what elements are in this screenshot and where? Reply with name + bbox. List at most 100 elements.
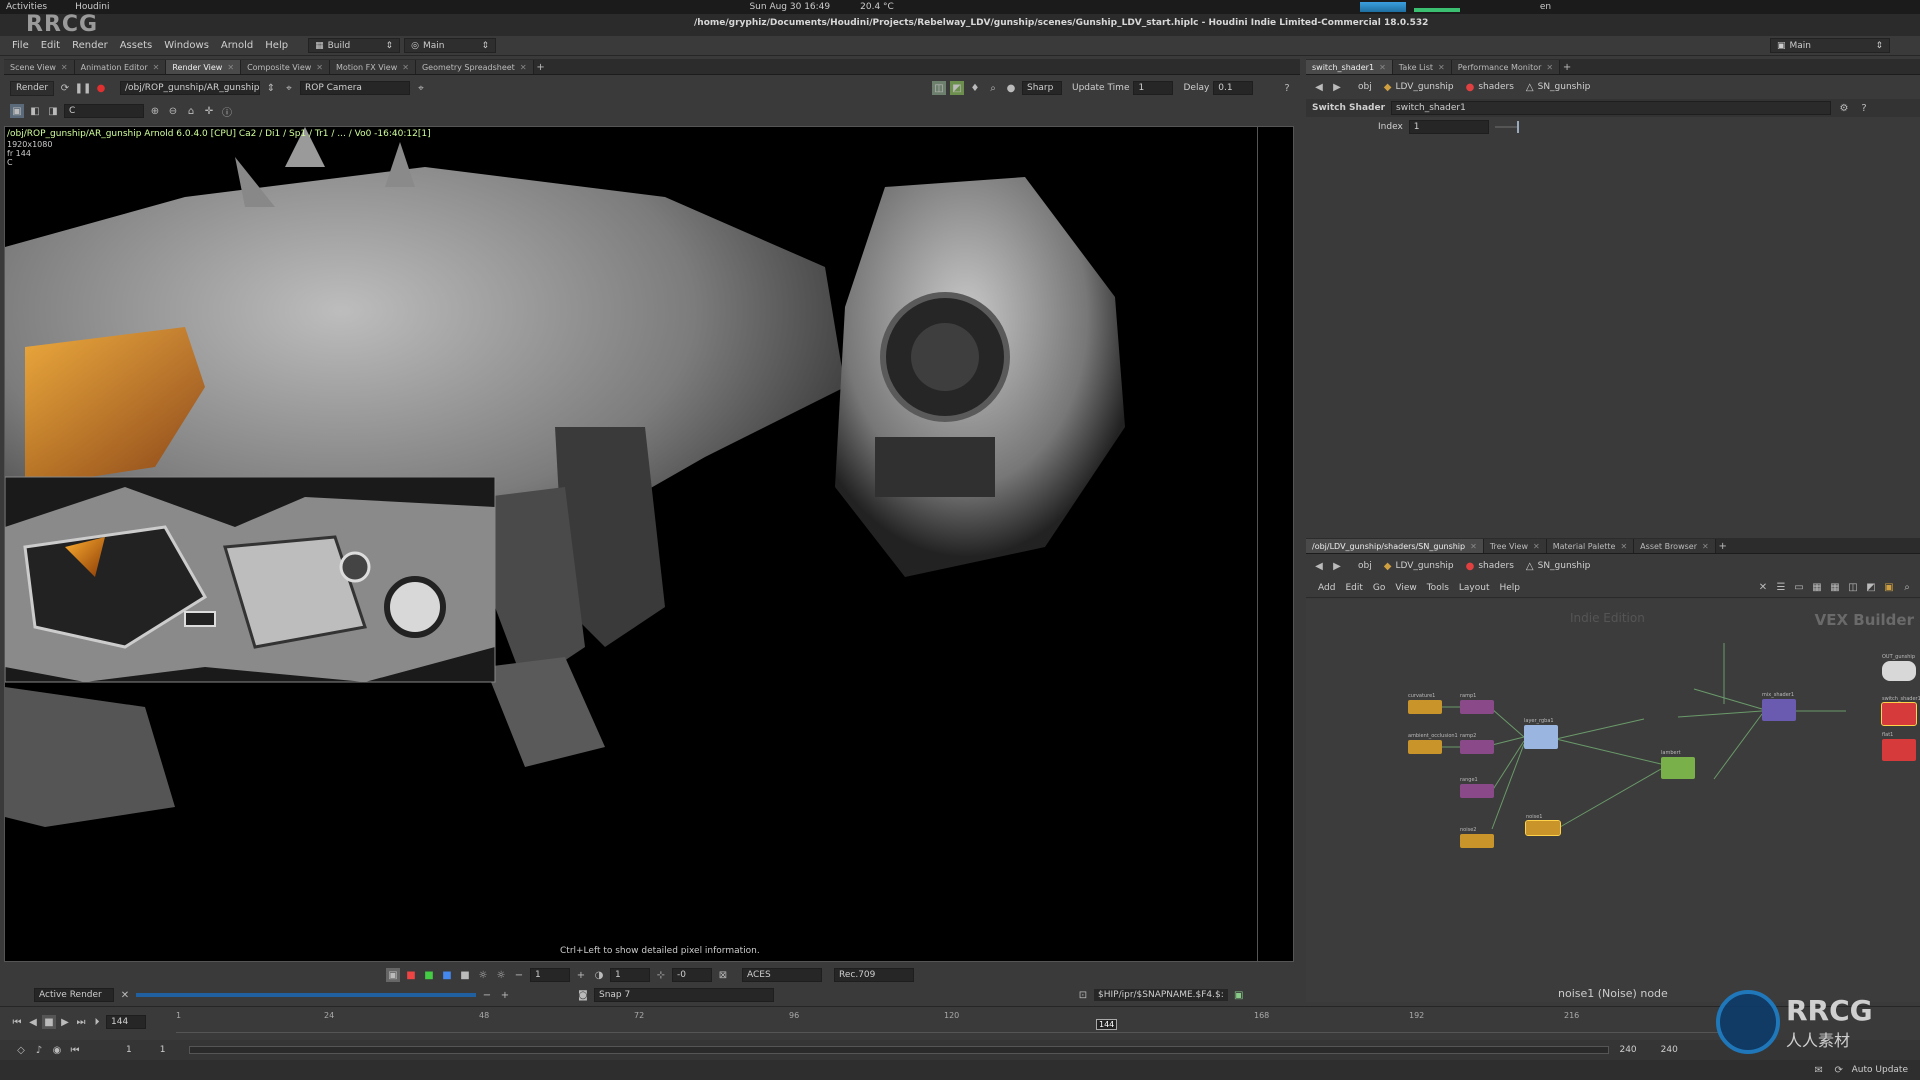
keys-icon[interactable]: ◇: [14, 1043, 28, 1057]
split-icon[interactable]: ◧: [28, 104, 42, 118]
node-noise1[interactable]: [1525, 820, 1561, 836]
tab-network-editor[interactable]: /obj/LDV_gunship/shaders/SN_gunship ✕: [1306, 539, 1484, 553]
net-menu-tools[interactable]: Tools: [1427, 583, 1449, 593]
path-shaders[interactable]: shaders: [1478, 82, 1514, 92]
node-noise2[interactable]: [1460, 834, 1494, 848]
menu-windows[interactable]: Windows: [158, 40, 215, 51]
zoom-in-icon[interactable]: ⊕: [148, 104, 162, 118]
forward-arrow-icon[interactable]: ▶: [1330, 559, 1344, 573]
step-forward-icon[interactable]: ⏵: [90, 1015, 104, 1029]
add-tab-icon[interactable]: +: [1716, 539, 1730, 553]
active-render-select[interactable]: Active Render: [34, 988, 114, 1002]
net-menu-help[interactable]: Help: [1500, 583, 1521, 593]
close-icon[interactable]: ✕: [1702, 542, 1709, 551]
path-obj[interactable]: obj: [1358, 561, 1372, 571]
net-menu-view[interactable]: View: [1395, 583, 1416, 593]
colorspace-select[interactable]: ACES: [742, 968, 822, 982]
index-slider[interactable]: [1494, 121, 1519, 133]
plus-icon[interactable]: +: [574, 968, 588, 982]
info-icon[interactable]: ⓘ: [220, 104, 234, 119]
net-menu-go[interactable]: Go: [1373, 583, 1385, 593]
view-mode-icon[interactable]: ▣: [10, 104, 24, 118]
node-out-gunship[interactable]: [1882, 661, 1916, 681]
node-range1[interactable]: [1460, 784, 1494, 798]
path-shaders[interactable]: shaders: [1478, 561, 1514, 571]
play-icon[interactable]: ▶: [58, 1015, 72, 1029]
light-icon[interactable]: ♦: [968, 81, 982, 95]
gamma-icon[interactable]: ◑: [592, 968, 606, 982]
region-icon[interactable]: ✛: [202, 104, 216, 118]
node-switch-shader1[interactable]: [1881, 702, 1917, 726]
display-select[interactable]: Rec.709: [834, 968, 914, 982]
wrench-icon[interactable]: ✕: [1756, 581, 1770, 595]
realtime-icon[interactable]: ◉: [50, 1043, 64, 1057]
close-icon[interactable]: ✕: [1438, 63, 1445, 72]
display-options-icon[interactable]: ▣: [386, 968, 400, 982]
node-ramp2[interactable]: [1460, 740, 1494, 754]
sync-icon[interactable]: ⟳: [1832, 1063, 1846, 1077]
rop-path-field[interactable]: /obj/ROP_gunship/AR_gunship: [120, 81, 260, 95]
tab-switch-shader[interactable]: switch_shader1 ✕: [1306, 60, 1393, 74]
menu-render[interactable]: Render: [66, 40, 114, 51]
camera-icon[interactable]: ◙: [576, 988, 590, 1002]
audio-icon[interactable]: ♪: [32, 1043, 46, 1057]
tab-asset-browser[interactable]: Asset Browser ✕: [1634, 539, 1716, 553]
lock-icon[interactable]: ⊡: [1076, 988, 1090, 1002]
alpha-channel-icon[interactable]: ■: [458, 968, 472, 982]
tab-performance-monitor[interactable]: Performance Monitor ✕: [1451, 60, 1561, 74]
update-time-field[interactable]: 1: [1133, 81, 1174, 95]
step-icon[interactable]: ⏮: [68, 1043, 82, 1057]
path-ldv-gunship[interactable]: LDV_gunship: [1395, 82, 1453, 92]
net-menu-add[interactable]: Add: [1318, 583, 1335, 593]
snapshot-path[interactable]: $HIP/ipr/$SNAPNAME.$F4.$:: [1094, 989, 1228, 1001]
palette-icon[interactable]: ▣: [1882, 581, 1896, 595]
menu-edit[interactable]: Edit: [35, 40, 66, 51]
gear-icon[interactable]: ⚙: [1837, 101, 1851, 115]
close-icon[interactable]: ✕: [1379, 63, 1386, 72]
network-editor[interactable]: Indie Edition VEX Builder curvature1 ram…: [1306, 599, 1920, 1002]
path-sn-gunship[interactable]: SN_gunship: [1538, 82, 1591, 92]
home-icon[interactable]: ⌂: [184, 104, 198, 118]
page-icon[interactable]: ▭: [1792, 581, 1806, 595]
tab-material-palette[interactable]: Material Palette ✕: [1546, 539, 1635, 553]
camera-select[interactable]: ROP Camera: [300, 81, 410, 95]
net-menu-layout[interactable]: Layout: [1459, 583, 1490, 593]
grid-icon[interactable]: ▦: [1810, 581, 1824, 595]
stop-icon[interactable]: ■: [42, 1015, 56, 1029]
blue-channel-icon[interactable]: ■: [440, 968, 454, 982]
node-ramp1[interactable]: [1460, 700, 1494, 714]
tab-motion-fx-view[interactable]: Motion FX View ✕: [330, 60, 416, 74]
menu-help[interactable]: Help: [259, 40, 294, 51]
close-icon[interactable]: ✕: [118, 988, 132, 1002]
stop-icon[interactable]: ●: [94, 81, 108, 95]
help-icon[interactable]: ?: [1857, 101, 1871, 115]
chevron-down-icon[interactable]: ⇕: [264, 81, 278, 95]
menu-arnold[interactable]: Arnold: [215, 40, 259, 51]
index-field[interactable]: 1: [1408, 120, 1489, 134]
desktop-select[interactable]: ▣ Main ⇕: [1770, 38, 1890, 53]
help-icon[interactable]: ?: [1280, 81, 1294, 95]
render-button[interactable]: Render: [10, 80, 54, 96]
net-menu-edit[interactable]: Edit: [1345, 583, 1362, 593]
range-slider[interactable]: [189, 1046, 1610, 1054]
pick-icon[interactable]: ⌖: [282, 81, 296, 95]
node-curvature1[interactable]: [1408, 700, 1442, 714]
image-icon[interactable]: ◩: [950, 81, 964, 95]
sharp-select[interactable]: Sharp: [1022, 81, 1062, 95]
skip-end-icon[interactable]: ⏭: [74, 1015, 88, 1029]
clock[interactable]: Sun Aug 30 16:49: [749, 2, 830, 12]
activities-button[interactable]: Activities: [6, 2, 47, 12]
path-sn-gunship[interactable]: SN_gunship: [1538, 561, 1591, 571]
range-start-2[interactable]: 1: [160, 1045, 166, 1055]
tab-take-list[interactable]: Take List ✕: [1392, 60, 1452, 74]
offset-field[interactable]: -0: [672, 968, 712, 982]
close-icon[interactable]: ✕: [316, 63, 323, 72]
exposure-field[interactable]: 1: [530, 968, 570, 982]
tile-icon[interactable]: ▦: [1828, 581, 1842, 595]
add-tab-icon[interactable]: +: [534, 60, 548, 74]
close-icon[interactable]: ✕: [61, 63, 68, 72]
path-obj[interactable]: obj: [1358, 82, 1372, 92]
zoom-icon[interactable]: ⌕: [1900, 581, 1914, 595]
node-layer-rgba1[interactable]: [1524, 725, 1558, 749]
range-end[interactable]: 240: [1619, 1045, 1636, 1055]
